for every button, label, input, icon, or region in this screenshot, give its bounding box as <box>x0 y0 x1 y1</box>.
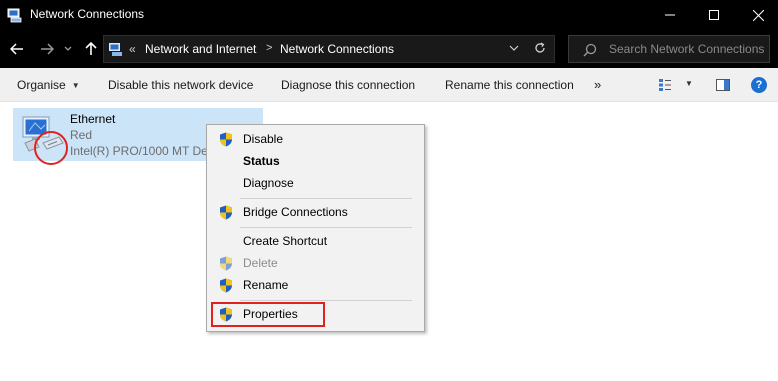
adapter-status: Red <box>70 128 93 142</box>
rename-connection-button[interactable]: Rename this connection <box>445 78 574 92</box>
chevron-down-icon <box>509 45 519 51</box>
recent-locations-button[interactable] <box>62 40 74 58</box>
refresh-button[interactable] <box>532 40 548 56</box>
disable-device-button[interactable]: Disable this network device <box>108 78 253 92</box>
menu-item-label: Rename <box>243 278 289 292</box>
preview-pane-icon[interactable] <box>716 78 730 92</box>
minimize-button[interactable] <box>650 0 690 30</box>
menu-item-delete: Delete <box>209 252 422 274</box>
menu-item-rename[interactable]: Rename <box>209 274 422 296</box>
forward-button[interactable] <box>38 40 56 58</box>
view-options-dropdown[interactable]: ▼ <box>685 79 693 88</box>
menu-item-label: Status <box>243 154 280 168</box>
navigation-bar: « Network and Internet > Network Connect… <box>0 30 778 68</box>
refresh-icon <box>535 42 545 53</box>
back-button[interactable] <box>8 40 26 58</box>
breadcrumb-network-and-internet[interactable]: Network and Internet <box>145 42 256 56</box>
breadcrumb-network-connections[interactable]: Network Connections <box>280 42 394 56</box>
chevron-down-icon <box>64 46 72 51</box>
network-connections-icon <box>7 8 22 23</box>
more-commands-button[interactable]: » <box>594 77 601 92</box>
uac-shield-icon <box>220 205 232 220</box>
menu-separator <box>240 300 412 301</box>
command-bar: Organise ▼ Disable this network device Di… <box>0 68 778 102</box>
uac-shield-icon <box>220 278 232 293</box>
close-icon <box>752 9 764 21</box>
menu-item-label: Bridge Connections <box>243 205 348 219</box>
annotation-highlight-box <box>211 302 325 327</box>
breadcrumb-separator[interactable]: > <box>266 42 272 54</box>
address-bar[interactable]: « Network and Internet > Network Connect… <box>103 35 555 63</box>
menu-item-label: Disable <box>243 132 284 146</box>
diagnose-connection-button[interactable]: Diagnose this connection <box>281 78 415 92</box>
menu-item-status[interactable]: Status <box>209 150 422 172</box>
menu-item-label: Create Shortcut <box>243 234 328 248</box>
address-dropdown-button[interactable] <box>506 40 522 56</box>
change-view-icon[interactable] <box>658 78 672 92</box>
caret-down-icon: ▼ <box>71 81 80 90</box>
maximize-button[interactable] <box>694 0 734 30</box>
context-menu: Disable Status Diagnose Bridge Connectio… <box>206 124 425 332</box>
address-overflow[interactable]: « <box>129 42 136 56</box>
network-connections-icon <box>109 43 122 56</box>
up-button[interactable] <box>82 40 100 58</box>
arrow-right-icon <box>41 43 54 55</box>
search-box[interactable] <box>568 35 770 63</box>
help-icon: ? <box>755 79 763 91</box>
maximize-icon <box>709 10 719 20</box>
menu-item-bridge-connections[interactable]: Bridge Connections <box>209 201 422 223</box>
adapter-name: Ethernet <box>70 112 116 126</box>
close-button[interactable] <box>738 0 778 30</box>
menu-item-label: Diagnose <box>243 176 294 190</box>
uac-shield-icon <box>220 132 232 147</box>
organise-button[interactable]: Organise ▼ <box>17 78 80 92</box>
menu-separator <box>240 198 412 199</box>
uac-shield-icon <box>220 256 232 271</box>
annotation-circle <box>34 131 68 165</box>
menu-item-create-shortcut[interactable]: Create Shortcut <box>209 230 422 252</box>
menu-item-label: Delete <box>243 256 278 270</box>
organise-label: Organise <box>17 78 66 92</box>
title-bar: Network Connections <box>0 0 778 30</box>
arrow-left-icon <box>10 43 23 55</box>
search-icon <box>583 43 597 57</box>
arrow-up-icon <box>85 42 97 55</box>
help-button[interactable]: ? <box>751 77 767 93</box>
menu-item-diagnose[interactable]: Diagnose <box>209 172 422 194</box>
window-title: Network Connections <box>30 7 145 21</box>
minimize-icon <box>665 14 675 16</box>
search-input[interactable] <box>609 42 767 56</box>
menu-separator <box>240 227 412 228</box>
menu-item-disable[interactable]: Disable <box>209 128 422 150</box>
